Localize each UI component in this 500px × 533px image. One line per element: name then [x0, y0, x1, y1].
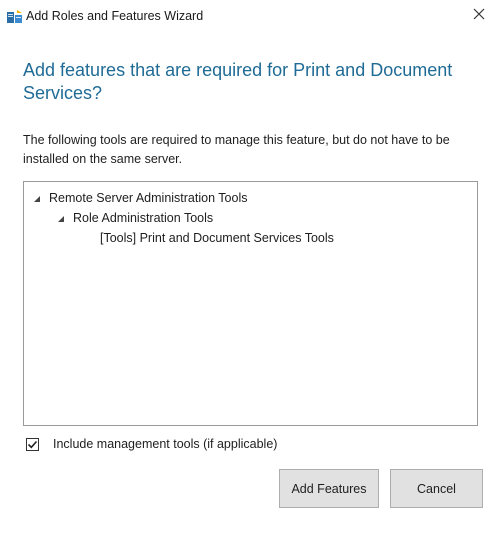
close-icon — [473, 7, 485, 25]
collapse-triangle-icon[interactable] — [32, 193, 42, 203]
server-manager-icon — [6, 9, 24, 25]
dialog-heading: Add features that are required for Print… — [23, 60, 453, 103]
title-bar: Add Roles and Features Wizard — [0, 0, 500, 34]
tree-item-print-doc-services-tools[interactable]: [Tools] Print and Document Services Tool… — [100, 229, 334, 247]
tree-item-role-admin-tools[interactable]: Role Administration Tools — [56, 209, 213, 227]
tree-item-label: Role Administration Tools — [73, 211, 214, 225]
tree-item-remote-server-admin-tools[interactable]: Remote Server Administration Tools — [32, 189, 247, 207]
tree-item-label: [Tools] Print and Document Services Tool… — [100, 231, 334, 245]
dialog-description: The following tools are required to mana… — [23, 133, 450, 166]
close-button[interactable] — [466, 4, 492, 28]
include-management-tools-checkbox[interactable] — [26, 437, 39, 451]
include-management-tools-label: Include management tools (if applicable) — [53, 437, 278, 451]
tree-item-label: Remote Server Administration Tools — [49, 191, 248, 205]
window-title: Add Roles and Features Wizard — [26, 9, 204, 23]
checkmark-icon — [27, 440, 38, 448]
include-management-tools-row: Include management tools (if applicable) — [26, 437, 277, 451]
collapse-triangle-icon[interactable] — [56, 213, 66, 223]
features-tree[interactable]: Remote Server Administration Tools Role … — [23, 181, 478, 426]
add-features-button[interactable]: Add Features — [279, 469, 379, 508]
cancel-button[interactable]: Cancel — [390, 469, 483, 508]
add-features-dialog: Add Roles and Features Wizard Add featur… — [0, 0, 500, 533]
